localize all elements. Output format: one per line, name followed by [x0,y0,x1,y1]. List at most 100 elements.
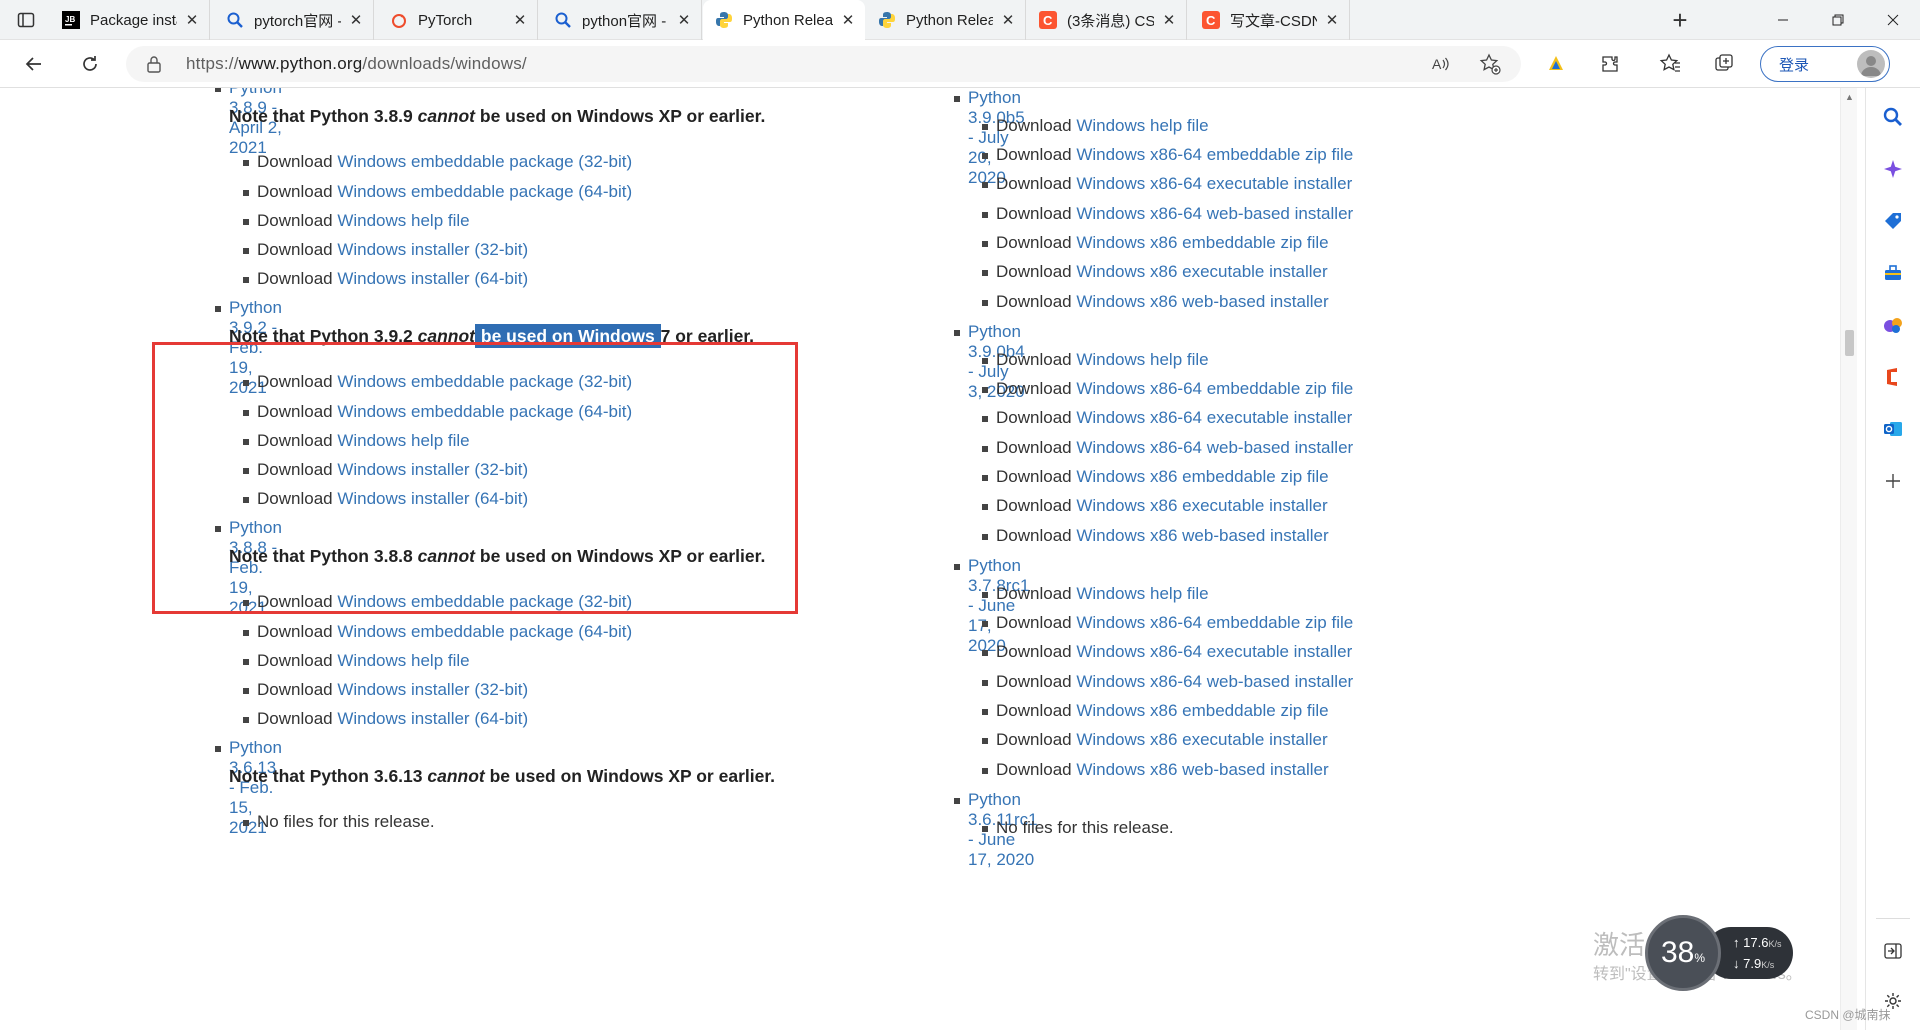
sparkle-icon[interactable] [1880,156,1906,182]
add-favorite-icon[interactable] [1476,50,1504,78]
list-bullet [982,446,988,452]
browser-tab[interactable]: C 写文章-CSDN博客 ✕ [1190,0,1350,40]
close-window-button[interactable] [1865,0,1920,40]
download-link[interactable]: Windows x86 embeddable zip file [1076,701,1328,720]
download-link[interactable]: Windows installer (32-bit) [337,240,528,259]
download-link[interactable]: Windows x86-64 executable installer [1076,408,1352,427]
download-link[interactable]: Windows x86-64 embeddable zip file [1076,145,1353,164]
browser-tab[interactable]: Python Releases f ✕ [703,0,865,40]
download-link[interactable]: Windows help file [1076,584,1208,603]
tab-title: Python Releases f [743,11,833,29]
download-link[interactable]: Windows x86-64 executable installer [1076,642,1352,661]
scroll-up-icon[interactable]: ▲ [1845,92,1854,102]
refresh-button[interactable] [74,48,106,80]
hide-sidebar-icon[interactable] [1880,938,1906,964]
download-item: Download Windows x86-64 executable insta… [982,408,1352,428]
list-bullet [982,534,988,540]
list-bullet [954,564,960,570]
python-icon [878,11,896,29]
browser-tab[interactable]: PyTorch ✕ [378,0,538,40]
download-link[interactable]: Windows x86 executable installer [1076,730,1327,749]
download-link[interactable]: Windows help file [1076,350,1208,369]
download-link[interactable]: Windows x86-64 executable installer [1076,174,1352,193]
page-content: Python 3.8.9 - April 2, 2021Note that Py… [0,88,1840,1030]
download-link[interactable]: Windows x86 embeddable zip file [1076,233,1328,252]
close-tab-icon[interactable]: ✕ [675,11,693,29]
download-link[interactable]: Windows x86-64 embeddable zip file [1076,379,1353,398]
download-link[interactable]: Windows help file [1076,116,1208,135]
download-link[interactable]: Windows embeddable package (64-bit) [337,622,632,641]
download-item: Download Windows x86-64 web-based instal… [982,672,1353,692]
list-bullet [243,248,249,254]
download-link[interactable]: Windows x86 executable installer [1076,262,1327,281]
download-item: Download Windows x86 executable installe… [982,262,1328,282]
release-link[interactable]: Python 3.7.8rc1 - June 17, 2020 [968,556,1029,655]
browser-tab[interactable]: python官网 - 搜索 ✕ [542,0,702,40]
download-link[interactable]: Windows embeddable package (32-bit) [337,152,632,171]
lock-icon[interactable] [146,55,162,73]
extension-icon[interactable] [1540,48,1572,80]
scroll-thumb[interactable] [1845,330,1854,356]
tab-actions-icon[interactable] [14,8,38,32]
release-item: Python 3.9.0b5 - July 20, 2020 [954,88,1025,188]
download-link[interactable]: Windows x86-64 web-based installer [1076,438,1353,457]
download-item: Download Windows x86-64 embeddable zip f… [982,613,1353,633]
outlook-icon[interactable] [1880,416,1906,442]
browser-tab[interactable]: Python Release Py ✕ [866,0,1026,40]
office-icon[interactable] [1880,364,1906,390]
avatar [1857,50,1885,78]
browser-tab[interactable]: JB Package installati ✕ [50,0,210,40]
cpu-percent-sign: % [1694,951,1706,965]
url-text[interactable]: https://www.python.org/downloads/windows… [186,54,527,74]
list-bullet [243,277,249,283]
download-link[interactable]: Windows x86-64 web-based installer [1076,204,1353,223]
search-icon[interactable] [1880,104,1906,130]
network-speed-widget[interactable]: ↑ 17.6K/s ↓ 7.9K/s 38% [1645,915,1793,991]
back-button[interactable] [18,48,50,80]
list-bullet [982,270,988,276]
minimize-button[interactable] [1755,0,1810,40]
favorites-icon[interactable] [1654,48,1686,80]
new-tab-button[interactable]: + [1664,4,1696,36]
close-tab-icon[interactable]: ✕ [1160,11,1178,29]
collections-icon[interactable] [1708,48,1740,80]
upload-speed-unit: K/s [1768,939,1782,949]
shopping-tag-icon[interactable] [1880,208,1906,234]
extensions-puzzle-icon[interactable] [1594,48,1626,80]
download-link[interactable]: Windows embeddable package (64-bit) [337,182,632,201]
download-link[interactable]: Windows x86 embeddable zip file [1076,467,1328,486]
tools-icon[interactable] [1880,260,1906,286]
read-aloud-icon[interactable]: A [1426,50,1454,78]
download-link[interactable]: Windows help file [337,211,469,230]
download-link[interactable]: Windows x86 web-based installer [1076,760,1328,779]
add-sidebar-icon[interactable] [1880,468,1906,494]
list-bullet [954,798,960,804]
download-link[interactable]: Windows installer (64-bit) [337,709,528,728]
download-link[interactable]: Windows x86 web-based installer [1076,526,1328,545]
download-link[interactable]: Windows installer (64-bit) [337,269,528,288]
download-link[interactable]: Windows x86 web-based installer [1076,292,1328,311]
close-tab-icon[interactable]: ✕ [839,11,857,29]
highlight-annotation-box [152,342,798,614]
vertical-scrollbar[interactable]: ▲ [1840,88,1857,1030]
release-link[interactable]: Python 3.9.0b5 - July 20, 2020 [968,88,1025,187]
close-tab-icon[interactable]: ✕ [183,11,201,29]
close-tab-icon[interactable]: ✕ [1323,11,1341,29]
restore-button[interactable] [1810,0,1865,40]
note-text: be used on Windows XP or earlier. [475,106,766,126]
download-link[interactable]: Windows x86-64 embeddable zip file [1076,613,1353,632]
download-link[interactable]: Windows x86 executable installer [1076,496,1327,515]
download-link[interactable]: Windows x86-64 web-based installer [1076,672,1353,691]
close-tab-icon[interactable]: ✕ [511,11,529,29]
download-link[interactable]: Windows help file [337,651,469,670]
download-prefix: Download [996,116,1077,135]
close-tab-icon[interactable]: ✕ [347,11,365,29]
list-bullet [215,88,221,92]
browser-tab[interactable]: C (3条消息) CSDN - ✕ [1027,0,1187,40]
close-tab-icon[interactable]: ✕ [999,11,1017,29]
browser-tab[interactable]: pytorch官网 - 搜索 ✕ [214,0,374,40]
address-bar[interactable]: https://www.python.org/downloads/windows… [126,46,1521,82]
games-icon[interactable] [1880,312,1906,338]
login-button[interactable]: 登录 [1760,46,1890,82]
download-link[interactable]: Windows installer (32-bit) [337,680,528,699]
